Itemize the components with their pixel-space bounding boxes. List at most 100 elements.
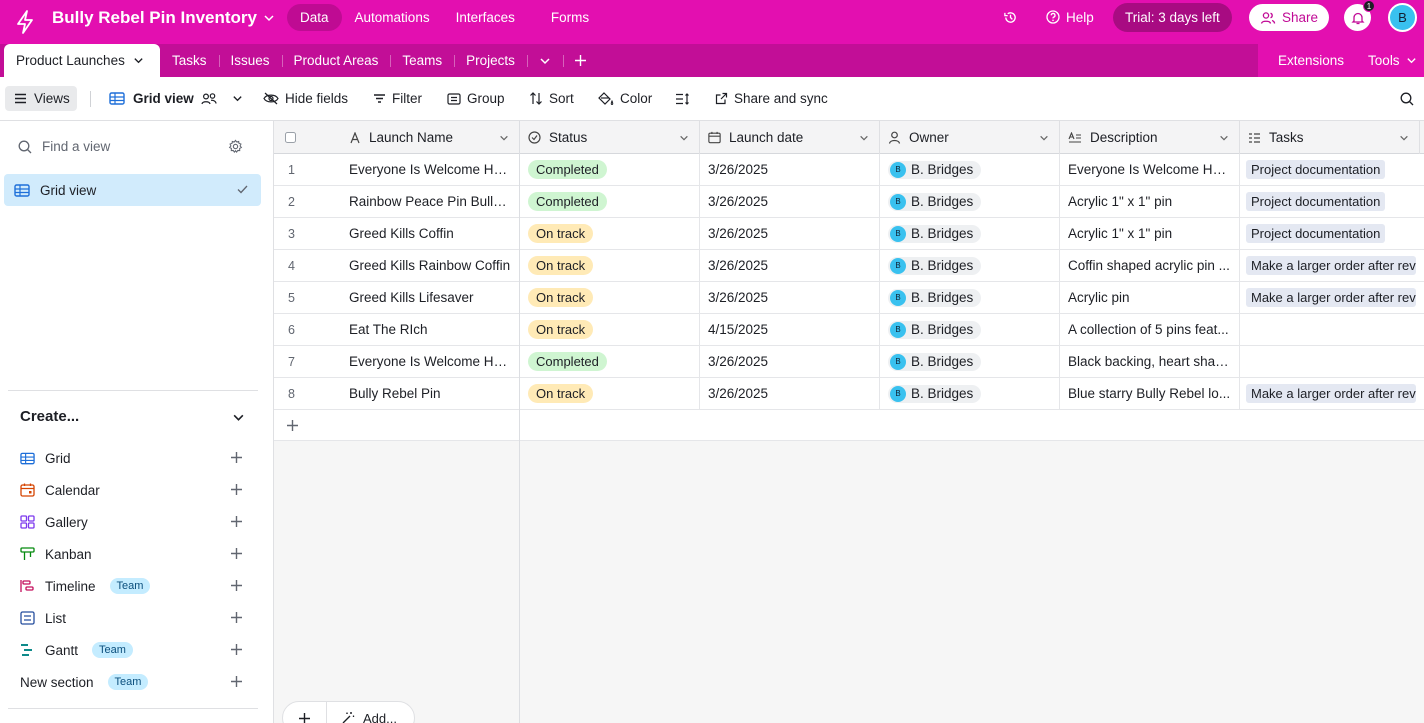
sidebar-view-grid[interactable]: Grid view — [4, 174, 261, 206]
cell-launch-name[interactable]: Greed Kills Lifesaver — [341, 282, 520, 313]
table-row[interactable]: 2 Rainbow Peace Pin Bully ... Completed 3/2… — [274, 186, 1424, 218]
cell-launch-date[interactable]: 3/26/2025 — [700, 218, 880, 249]
cell-launch-date[interactable]: 3/26/2025 — [700, 154, 880, 185]
create-list-view[interactable]: List — [20, 608, 250, 628]
plus-icon[interactable] — [230, 515, 243, 528]
tools-button[interactable]: Tools — [1356, 53, 1424, 68]
cell-description[interactable]: A collection of 5 pins feat... — [1060, 314, 1240, 345]
cell-tasks[interactable]: Project documentation — [1240, 154, 1424, 185]
create-gallery-view[interactable]: Gallery — [20, 512, 250, 532]
create-grid-view[interactable]: Grid — [20, 448, 250, 468]
create-calendar-view[interactable]: Calendar — [20, 480, 250, 500]
cell-owner[interactable]: B B. Bridges — [880, 154, 1060, 185]
cell-tasks[interactable]: Make a larger order after rev — [1240, 250, 1424, 281]
table-row[interactable]: 3 Greed Kills Coffin On track 3/26/2025 B B. … — [274, 218, 1424, 250]
cell-launch-date[interactable]: 3/26/2025 — [700, 378, 880, 409]
table-row[interactable]: 4 Greed Kills Rainbow Coffin On track 3/26/… — [274, 250, 1424, 282]
column-header-tasks[interactable]: Tasks — [1240, 121, 1420, 154]
create-gantt-view[interactable]: Gantt Team — [20, 640, 250, 660]
filter-button[interactable]: Filter — [373, 86, 422, 111]
plus-icon[interactable] — [230, 451, 243, 464]
cell-status[interactable]: On track — [520, 282, 700, 313]
cell-launch-name[interactable]: Bully Rebel Pin — [341, 378, 520, 409]
add-table-button[interactable] — [562, 44, 599, 77]
cell-tasks[interactable] — [1240, 346, 1424, 377]
cell-launch-name[interactable]: Rainbow Peace Pin Bully ... — [341, 186, 520, 217]
cell-description[interactable]: Black backing, heart shap... — [1060, 346, 1240, 377]
tab-product-launches[interactable]: Product Launches — [4, 44, 160, 77]
cell-tasks[interactable]: Project documentation — [1240, 218, 1424, 249]
cell-launch-name[interactable]: Everyone Is Welcome Her... — [341, 154, 520, 185]
history-icon[interactable] — [1003, 10, 1018, 25]
tab-product-areas[interactable]: Product Areas — [281, 44, 391, 77]
views-button[interactable]: Views — [5, 86, 77, 111]
cell-owner[interactable]: B B. Bridges — [880, 314, 1060, 345]
column-header-description[interactable]: Description — [1060, 121, 1240, 154]
hide-fields-button[interactable]: Hide fields — [263, 86, 348, 111]
cell-status[interactable]: Completed — [520, 186, 700, 217]
table-row[interactable]: 5 Greed Kills Lifesaver On track 3/26/2025 B… — [274, 282, 1424, 314]
cell-launch-date[interactable]: 3/26/2025 — [700, 186, 880, 217]
more-tables-button[interactable] — [526, 44, 563, 77]
cell-status[interactable]: On track — [520, 378, 700, 409]
cell-launch-name[interactable]: Eat The RIch — [341, 314, 520, 345]
cell-owner[interactable]: B B. Bridges — [880, 250, 1060, 281]
extensions-button[interactable]: Extensions — [1266, 53, 1356, 68]
table-row[interactable]: 6 Eat The RIch On track 4/15/2025 B B. Bridge… — [274, 314, 1424, 346]
gear-icon[interactable] — [228, 139, 243, 154]
create-new-section[interactable]: New section Team — [20, 672, 250, 692]
cell-launch-date[interactable]: 3/26/2025 — [700, 250, 880, 281]
cell-description[interactable]: Everyone Is Welcome Her... — [1060, 154, 1240, 185]
column-header-status[interactable]: Status — [520, 121, 700, 154]
user-avatar[interactable]: B — [1388, 3, 1417, 32]
cell-tasks[interactable] — [1240, 314, 1424, 345]
share-and-sync-button[interactable]: Share and sync — [715, 86, 828, 111]
tab-projects[interactable]: Projects — [454, 44, 527, 77]
cell-owner[interactable]: B B. Bridges — [880, 282, 1060, 313]
cell-launch-date[interactable]: 3/26/2025 — [700, 282, 880, 313]
find-view-input[interactable]: Find a view — [18, 139, 110, 154]
nav-automations[interactable]: Automations — [342, 4, 443, 31]
cell-description[interactable]: Blue starry Bully Rebel lo... — [1060, 378, 1240, 409]
group-button[interactable]: Group — [447, 86, 505, 111]
plus-icon[interactable] — [230, 579, 243, 592]
share-button[interactable]: Share — [1249, 4, 1329, 31]
create-kanban-view[interactable]: Kanban — [20, 544, 250, 564]
table-row[interactable]: 8 Bully Rebel Pin On track 3/26/2025 B B. Bri… — [274, 378, 1424, 410]
logo-bolt-icon[interactable] — [14, 9, 36, 35]
chevron-down-icon[interactable] — [232, 411, 245, 424]
cell-status[interactable]: Completed — [520, 154, 700, 185]
cell-description[interactable]: Acrylic pin — [1060, 282, 1240, 313]
plus-icon[interactable] — [230, 547, 243, 560]
row-height-button[interactable] — [675, 86, 689, 111]
nav-forms[interactable]: Forms — [538, 4, 602, 31]
tab-issues[interactable]: Issues — [218, 44, 282, 77]
cell-tasks[interactable]: Make a larger order after rev — [1240, 282, 1424, 313]
add-record-button[interactable] — [286, 419, 299, 432]
cell-owner[interactable]: B B. Bridges — [880, 218, 1060, 249]
help-button[interactable]: Help — [1046, 7, 1094, 27]
plus-icon[interactable] — [230, 483, 243, 496]
tab-tasks[interactable]: Tasks — [160, 44, 219, 77]
cell-tasks[interactable]: Make a larger order after rev — [1240, 378, 1424, 409]
cell-status[interactable]: On track — [520, 250, 700, 281]
color-button[interactable]: Color — [598, 86, 652, 111]
cell-launch-name[interactable]: Greed Kills Coffin — [341, 218, 520, 249]
cell-launch-name[interactable]: Greed Kills Rainbow Coffin — [341, 250, 520, 281]
base-name-menu[interactable]: Bully Rebel Pin Inventory — [52, 8, 275, 28]
cell-launch-date[interactable]: 3/26/2025 — [700, 346, 880, 377]
cell-owner[interactable]: B B. Bridges — [880, 186, 1060, 217]
trial-button[interactable]: Trial: 3 days left — [1113, 3, 1232, 32]
add-record-bottom-button[interactable] — [283, 702, 327, 723]
cell-launch-name[interactable]: Everyone Is Welcome Her... — [341, 346, 520, 377]
create-view-header[interactable]: Create... — [20, 408, 79, 425]
add-with-ai-button[interactable]: Add... — [327, 711, 397, 723]
cell-description[interactable]: Acrylic 1" x 1" pin — [1060, 186, 1240, 217]
nav-interfaces[interactable]: Interfaces — [443, 4, 528, 31]
plus-icon[interactable] — [230, 643, 243, 656]
cell-status[interactable]: On track — [520, 314, 700, 345]
column-header-launch-name[interactable]: Launch Name — [341, 121, 520, 154]
select-all-checkbox[interactable] — [274, 121, 341, 154]
cell-description[interactable]: Coffin shaped acrylic pin ... — [1060, 250, 1240, 281]
cell-status[interactable]: On track — [520, 218, 700, 249]
